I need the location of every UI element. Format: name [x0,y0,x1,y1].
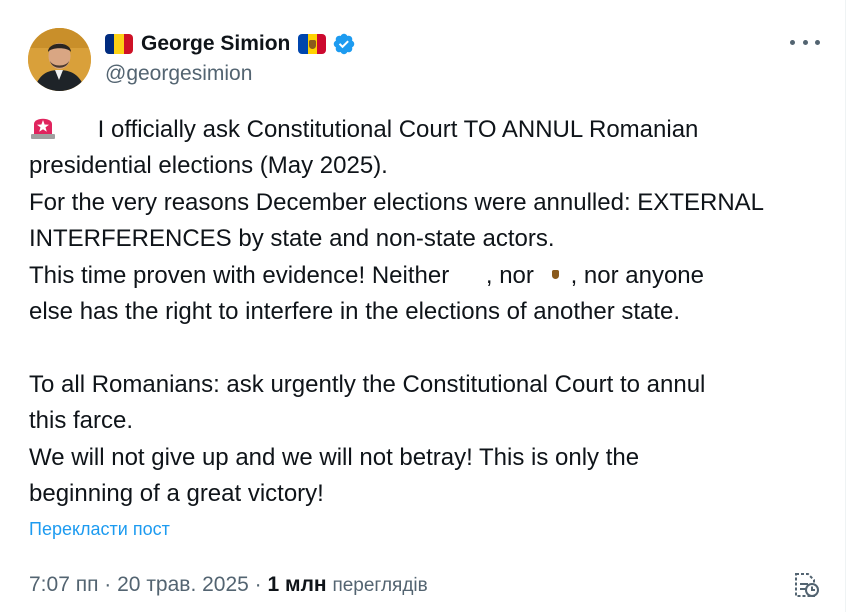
tweet-line: this farce. [29,407,134,435]
romania-flag-icon [105,34,133,54]
more-dot [815,39,820,45]
tweet-line: We will not give up and we will not betr… [29,443,640,471]
meta-separator: · [98,573,118,596]
tweet-line: This time proven with evidence! Neither … [29,258,829,294]
tweet-line-text: , nor [485,261,534,289]
tweet-card: George Simion @georgesimion I officially… [0,0,846,612]
moldova-flag-icon [541,264,571,286]
tweet-line-text: This time proven with evidence! Neither [29,261,450,289]
tweet-line: I officially ask Constitutional Court TO… [29,112,829,148]
avatar-image [28,28,91,91]
tweet-text: I officially ask Constitutional Court TO… [29,112,829,512]
tweet-line: To all Romanians: ask urgently the Const… [29,370,706,398]
avatar[interactable] [28,28,91,91]
meta-separator: · [248,573,268,596]
tweet-line: beginning of a great victory! [29,479,324,507]
tweet-line-text: , nor anyone [570,261,704,289]
france-flag-icon [456,264,486,286]
author-name-row[interactable]: George Simion [105,30,356,58]
tweet-line: INTERFERENCES by state and non-state act… [29,225,555,253]
author-handle[interactable]: @georgesimion [105,62,252,86]
author-display-name[interactable]: George Simion [141,32,290,56]
post-date[interactable]: 20 трав. 2025 [117,573,249,596]
verified-badge-icon[interactable] [332,32,356,56]
views-count: 1 млн [267,573,327,596]
tweet-line-text: I officially ask Constitutional Court TO… [97,116,699,143]
tweet-line: For the very reasons December elections … [29,188,764,216]
analytics-icon[interactable] [790,570,820,600]
more-options-button[interactable] [790,32,820,52]
tweet-meta: 7:07 пп · 20 трав. 2025 · 1 млн перегляд… [29,573,428,597]
more-dot [802,39,808,45]
tweet-line: else has the right to interfere in the e… [29,297,681,325]
views-label: переглядів [332,575,428,596]
post-time[interactable]: 7:07 пп [29,573,98,596]
moldova-flag-icon [298,34,327,54]
romania-flag-icon [61,118,91,140]
tweet-line: presidential elections (May 2025). [29,152,388,180]
rotating-light-icon [31,118,55,139]
more-dot [790,39,795,45]
translate-post-link[interactable]: Перекласти пост [29,519,170,540]
